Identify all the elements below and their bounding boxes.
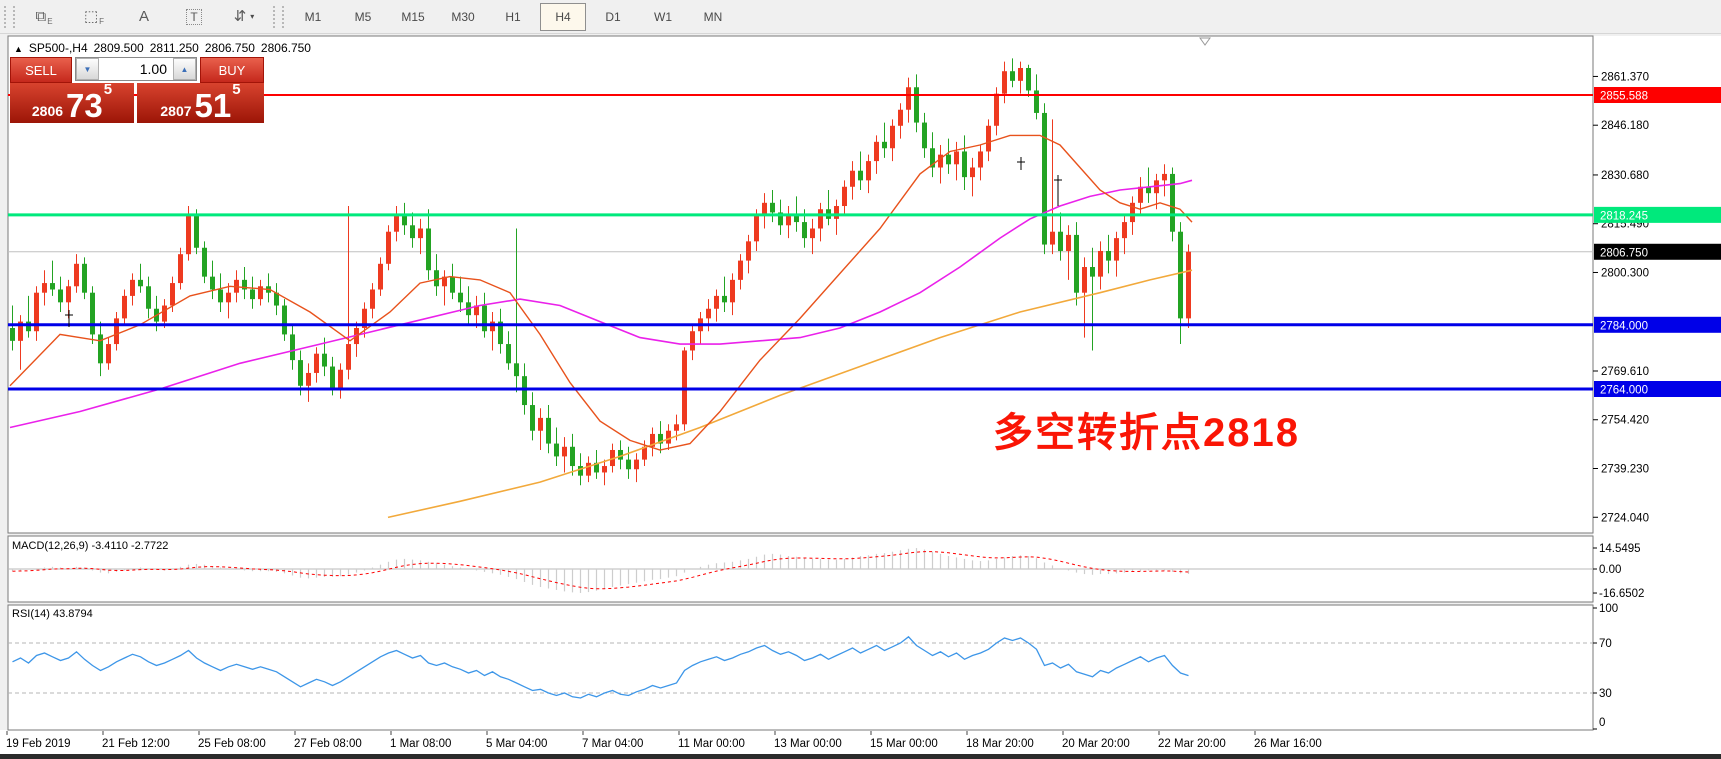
ohlc-low: 2806.750	[205, 41, 255, 55]
timeframe-button-m5[interactable]: M5	[340, 3, 386, 31]
buy-price-main: 51	[195, 92, 232, 120]
level-price-label: 2818.245	[1600, 210, 1648, 222]
symbol-info-bar: ▲ SP500-,H4 2809.500 2811.250 2806.750 2806.7…	[14, 41, 317, 55]
icon-subscript: F	[99, 17, 104, 26]
timeframe-group: M1M5M15M30H1H4D1W1MN	[288, 3, 738, 31]
rsi-axis-tick: 100	[1599, 603, 1618, 615]
time-axis-label: 20 Mar 20:00	[1062, 738, 1130, 750]
sell-price-handle: 2806	[32, 103, 63, 120]
rsi-axis-tick: 30	[1599, 688, 1612, 700]
buy-button[interactable]: BUY	[200, 57, 264, 83]
text-box-icon[interactable]: T	[171, 3, 217, 31]
time-axis-label: 21 Feb 12:00	[102, 738, 170, 750]
timeframe-button-w1[interactable]: W1	[640, 3, 686, 31]
time-axis-label: 25 Feb 08:00	[198, 738, 266, 750]
arrow-objects-icon[interactable]: ⇵▾	[221, 3, 267, 31]
indicators-hatch-icon[interactable]: ⧉E	[21, 3, 67, 31]
time-axis-label: 11 Mar 00:00	[678, 738, 745, 750]
level-price-label: 2764.000	[1600, 384, 1648, 396]
macd-axis-tick: 14.5495	[1599, 543, 1641, 555]
timeframe-button-mn[interactable]: MN	[690, 3, 736, 31]
current-price-label: 2806.750	[1600, 247, 1648, 259]
chart-backgrounds	[0, 33, 1721, 759]
time-axis-label: 22 Mar 20:00	[1158, 738, 1226, 750]
level-price-label: 2784.000	[1600, 320, 1648, 332]
dropdown-caret-icon[interactable]: ▾	[250, 12, 254, 21]
toolbar-grip[interactable]	[4, 6, 15, 28]
buy-price-handle: 2807	[160, 103, 191, 120]
drawing-tools-group: ⧉E⬚FAT⇵▾	[19, 3, 269, 31]
price-axis-tick: 2830.680	[1601, 170, 1649, 182]
volume-spinner: ▼ ▲	[75, 57, 197, 81]
toolbar: ⧉E⬚FAT⇵▾ M1M5M15M30H1H4D1W1MN	[0, 0, 1721, 34]
toolbar-grip[interactable]	[273, 6, 284, 28]
arrow-objects-icon: ⇵	[234, 9, 247, 24]
price-axis-tick: 2724.040	[1601, 512, 1649, 524]
timeframe-button-m15[interactable]: M15	[390, 3, 436, 31]
ohlc-high: 2811.250	[150, 41, 199, 55]
symbol-name: SP500-,H4	[29, 41, 88, 55]
macd-indicator-label: MACD(12,26,9) -3.4110 -2.7722	[12, 540, 168, 552]
time-axis-label: 19 Feb 2019	[6, 738, 71, 750]
timeframe-button-m30[interactable]: M30	[440, 3, 486, 31]
text-label-icon: A	[139, 9, 149, 24]
price-axis-tick: 2861.370	[1601, 71, 1649, 83]
macd-axis-tick: -16.6502	[1599, 588, 1644, 600]
volume-decrease-button[interactable]: ▼	[76, 58, 99, 80]
buy-price-pip: 5	[232, 81, 240, 98]
trading-terminal: ⧉E⬚FAT⇵▾ M1M5M15M30H1H4D1W1MN MACD(12,26…	[0, 0, 1721, 759]
timeframe-button-h1[interactable]: H1	[490, 3, 536, 31]
level-price-label: 2855.588	[1600, 91, 1648, 103]
price-axis-tick: 2769.610	[1601, 366, 1649, 378]
rsi-indicator-label: RSI(14) 43.8794	[12, 608, 93, 620]
time-axis-label: 5 Mar 04:00	[486, 738, 547, 750]
price-axis-tick: 2754.420	[1601, 415, 1649, 427]
price-axis-tick: 2800.300	[1601, 267, 1649, 279]
sell-price-display[interactable]: 2806 73 5	[10, 83, 134, 123]
time-axis-label: 27 Feb 08:00	[294, 738, 362, 750]
indicators-hatch-icon: ⧉	[35, 9, 46, 24]
price-axis-tick: 2846.180	[1601, 120, 1649, 132]
sell-price-main: 73	[66, 92, 103, 120]
text-box-icon: T	[186, 9, 201, 25]
buy-price-display[interactable]: 2807 51 5	[137, 83, 264, 123]
grid-icon[interactable]: ⬚F	[71, 3, 117, 31]
icon-subscript: E	[47, 17, 52, 26]
sell-button[interactable]: SELL	[10, 57, 72, 83]
price-axis-tick: 2739.230	[1601, 464, 1649, 476]
ohlc-close: 2806.750	[261, 41, 311, 55]
one-click-trading-panel: SELL ▼ ▲ BUY 2806 73 5 2807 51 5	[10, 57, 264, 123]
chart-text-annotation: 多空转折点2818	[993, 400, 1300, 458]
time-axis-label: 18 Mar 20:00	[966, 738, 1034, 750]
rsi-axis-tick: 70	[1599, 638, 1612, 650]
time-axis-label: 15 Mar 00:00	[870, 738, 938, 750]
volume-increase-button[interactable]: ▲	[173, 58, 196, 80]
ohlc-open: 2809.500	[94, 41, 144, 55]
timeframe-button-d1[interactable]: D1	[590, 3, 636, 31]
time-axis-label: 1 Mar 08:00	[390, 738, 451, 750]
time-axis-label: 7 Mar 04:00	[582, 738, 643, 750]
rsi-axis-tick: 0	[1599, 717, 1605, 729]
sell-price-pip: 5	[104, 81, 112, 98]
grid-icon: ⬚	[84, 9, 98, 24]
text-label-icon[interactable]: A	[121, 3, 167, 31]
timeframe-button-m1[interactable]: M1	[290, 3, 336, 31]
macd-axis-tick: 0.00	[1599, 564, 1621, 576]
timeframe-button-h4[interactable]: H4	[540, 3, 586, 31]
time-axis-label: 26 Mar 16:00	[1254, 738, 1322, 750]
time-axis-label: 13 Mar 00:00	[774, 738, 842, 750]
volume-input[interactable]	[99, 58, 173, 80]
chart-marker-icon: ▲	[14, 44, 23, 54]
